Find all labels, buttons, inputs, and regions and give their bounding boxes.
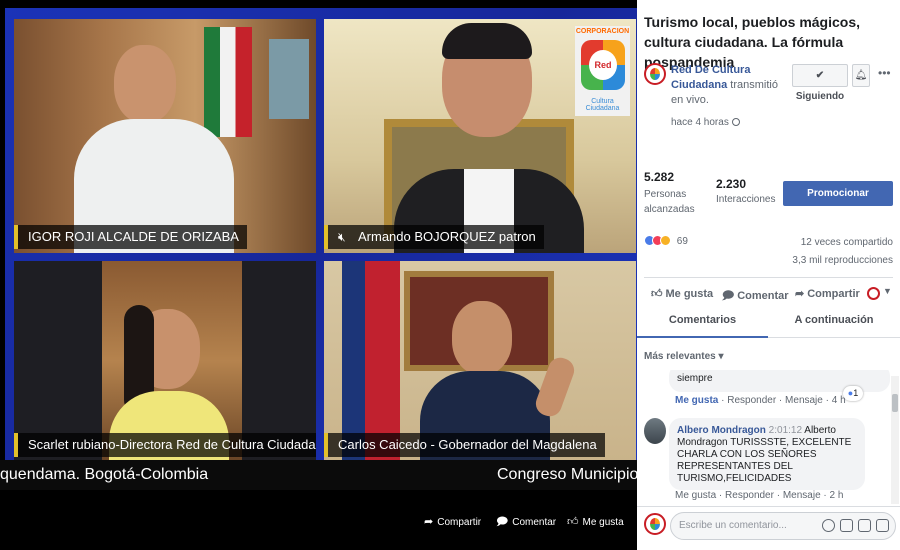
participant-name-label: IGOR ROJI ALCALDE DE ORIZABA — [14, 225, 247, 249]
like-button[interactable]: 👍︎ Me gusta — [651, 287, 713, 300]
video-player[interactable]: IGOR ROJI ALCALDE DE ORIZABA 🔇︎ Armando B… — [0, 0, 637, 550]
video-share-button[interactable]: ➦ Compartir — [424, 515, 481, 530]
news-ticker: quendama. Bogotá-Colombia Congreso Munic… — [0, 460, 637, 490]
reach-count: 5.282 — [644, 170, 675, 184]
comment-button[interactable]: 🗩︎ Comentar — [722, 287, 789, 306]
comment-age: 4 h — [831, 395, 846, 406]
tab-up-next[interactable]: A continuación — [768, 308, 900, 338]
participant-video — [14, 261, 316, 461]
video-share-label: Compartir — [437, 517, 482, 528]
divider — [644, 277, 893, 278]
player-action-bar: ➦ Compartir 🗩︎ Comentar 👍︎ Me gusta — [0, 490, 637, 550]
thumbs-up-icon: 👍︎ — [567, 516, 579, 528]
emoji-icon[interactable] — [822, 519, 835, 532]
comment-author-link[interactable]: Albero Mondragon — [677, 425, 766, 436]
haha-reaction-icon — [660, 235, 671, 246]
share-arrow-icon: ➦ — [424, 516, 434, 528]
chevron-down-icon[interactable]: ▼ — [883, 286, 892, 296]
comment-like-link[interactable]: Me gusta — [675, 395, 718, 406]
comment-message-link[interactable]: Mensaje — [783, 490, 821, 501]
participant-tile-3: Scarlet rubiano-Directora Red de Cultura… — [14, 261, 316, 461]
logo-bottom-text: Cultura Ciudadana — [585, 98, 620, 112]
mic-muted-icon: 🔇︎ — [338, 230, 346, 244]
participant-video — [14, 19, 316, 253]
views-count: 3,3 mil reproducciones — [792, 255, 893, 266]
comment-bubble: Albero Mondragon 2:01:12 Alberto Mondrag… — [669, 418, 865, 490]
gif-icon[interactable] — [858, 519, 871, 532]
ticker-text-right: Congreso Municipiosw — [497, 466, 637, 483]
divider — [637, 506, 900, 507]
video-comment-label: Comentar — [512, 517, 557, 528]
interactions-count: 2.230 — [716, 177, 747, 191]
thumbs-up-icon: 👍︎ — [651, 288, 663, 300]
comment-reply-link[interactable]: Responder — [727, 395, 776, 406]
comment-author-avatar[interactable] — [644, 418, 666, 444]
sticker-icon[interactable] — [876, 519, 889, 532]
comment-sort-dropdown[interactable]: Más relevantes ▾ — [644, 351, 724, 362]
logo-top-text: CORPORACION — [575, 28, 630, 35]
video-comment-button[interactable]: 🗩︎ Comentar — [496, 515, 556, 530]
video-like-button[interactable]: 👍︎ Me gusta — [567, 515, 624, 530]
participant-name-label: Carlos Caicedo - Gobernador del Magdalen… — [324, 433, 605, 457]
comment-like-link[interactable]: Me gusta — [675, 490, 716, 501]
post-time[interactable]: hace 4 horas — [671, 117, 740, 128]
comment-text: siempre — [677, 373, 713, 384]
comment-timestamp-link[interactable]: 2:01:12 — [769, 425, 802, 436]
reach-label: Personas alcanzadas — [644, 189, 695, 215]
checkmark-icon: ✔ — [815, 70, 825, 81]
interactions-label: Interacciones — [716, 194, 776, 205]
participant-tile-4: Carlos Caicedo - Gobernador del Magdalen… — [324, 261, 636, 461]
following-button[interactable]: ✔ Siguiendo — [792, 64, 848, 102]
comment-actions: Me gusta · Responder · Mensaje · 2 h — [675, 490, 844, 501]
current-user-avatar — [644, 513, 666, 535]
bell-icon: 🔔︎ — [854, 70, 868, 81]
participant-name-label: Scarlet rubiano-Directora Red de Cultura… — [14, 433, 316, 457]
ticker-text-left: quendama. Bogotá-Colombia — [0, 466, 209, 483]
globe-icon — [731, 118, 740, 126]
logo-emblem: Red — [581, 40, 625, 90]
camera-icon[interactable] — [840, 519, 853, 532]
participant-name-label: 🔇︎ Armando BOJORQUEZ patron — [324, 225, 544, 249]
more-options-button[interactable]: ••• — [878, 66, 891, 80]
chevron-down-icon: ▾ — [718, 351, 724, 362]
comment-icon: 🗩︎ — [722, 290, 735, 302]
comment-age: 2 h — [829, 490, 844, 501]
video-like-label: Me gusta — [582, 517, 624, 528]
comment-actions: Me gusta · Responder · Mensaje · 4 h — [675, 395, 846, 406]
notifications-button[interactable]: 🔔︎ — [852, 64, 870, 87]
comments-list: siempre ●1 Me gusta · Responder · Mensaj… — [637, 370, 900, 505]
share-arrow-icon: ➦ — [795, 288, 805, 300]
comment-icon: 🗩︎ — [496, 516, 509, 528]
post-author-line: Red De Cultura Ciudadana transmitió en v… — [671, 63, 791, 108]
participant-video — [324, 261, 636, 461]
participant-tile-1: IGOR ROJI ALCALDE DE ORIZABA — [14, 19, 316, 253]
comments-scrollbar[interactable] — [891, 376, 899, 504]
post-panel: Turismo local, pueblos mágicos, cultura … — [637, 0, 900, 550]
logo-mid-text: Red — [589, 50, 617, 80]
reactions-summary[interactable]: 69 — [644, 235, 688, 247]
page-selector-avatar[interactable] — [867, 287, 880, 300]
comment-like-count[interactable]: ●1 — [843, 386, 863, 401]
corporation-logo: CORPORACION Red Cultura Ciudadana — [575, 26, 630, 116]
tab-comments[interactable]: Comentarios — [637, 308, 768, 338]
comment-message-link[interactable]: Mensaje — [785, 395, 823, 406]
shares-count[interactable]: 12 veces compartido — [801, 237, 893, 248]
page-avatar[interactable] — [644, 63, 666, 85]
comment-reply-link[interactable]: Responder — [725, 490, 774, 501]
promote-post-button[interactable]: Promocionar publicación — [783, 181, 893, 224]
share-button[interactable]: ➦ Compartir — [795, 287, 860, 300]
video-stage: IGOR ROJI ALCALDE DE ORIZABA 🔇︎ Armando B… — [5, 8, 637, 490]
